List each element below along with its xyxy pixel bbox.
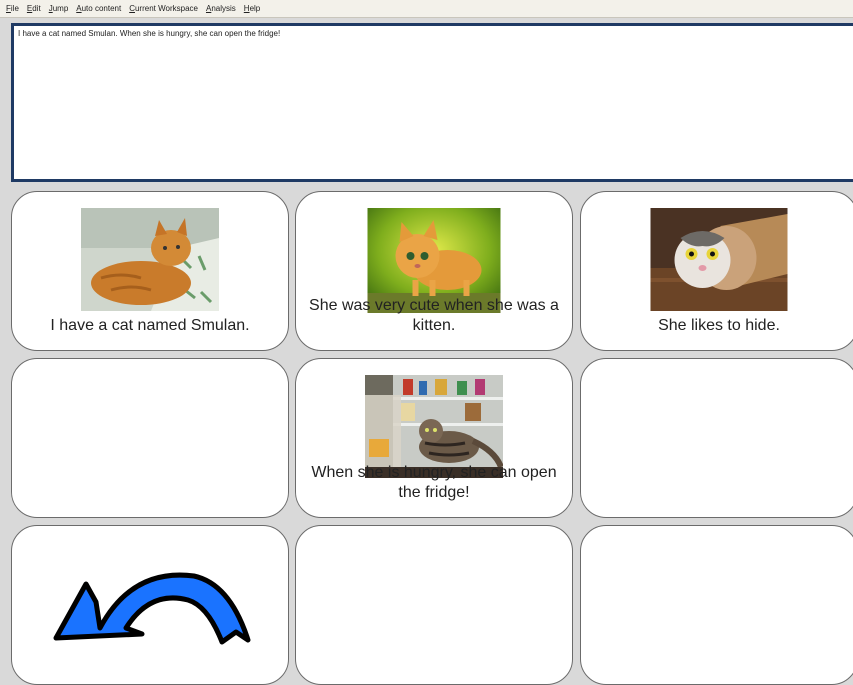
- grid-cell-4[interactable]: [11, 358, 289, 518]
- symbol-grid: I have a cat named Smulan. She was very …: [0, 0, 853, 685]
- orange-cat-lying-photo: [81, 208, 219, 311]
- grid-cell-9[interactable]: [580, 525, 853, 685]
- cell-label: I have a cat named Smulan.: [50, 317, 250, 334]
- grid-cell-6[interactable]: [580, 358, 853, 518]
- cat-in-paper-roll-photo: [650, 208, 788, 311]
- grid-cell-2[interactable]: She was very cute when she was a kitten.: [295, 191, 573, 351]
- cell-label: She likes to hide.: [658, 317, 780, 334]
- grid-cell-5[interactable]: When she is hungry, she can open the fri…: [295, 358, 573, 518]
- grid-cell-8[interactable]: [295, 525, 573, 685]
- blue-back-arrow-icon: [52, 562, 252, 652]
- grid-cell-back[interactable]: [11, 525, 289, 685]
- grid-cell-3[interactable]: She likes to hide.: [580, 191, 853, 351]
- grid-cell-1[interactable]: I have a cat named Smulan.: [11, 191, 289, 351]
- cell-label: She was very cute when she was a kitten.: [309, 297, 559, 334]
- cell-label: When she is hungry, she can open the fri…: [311, 464, 557, 501]
